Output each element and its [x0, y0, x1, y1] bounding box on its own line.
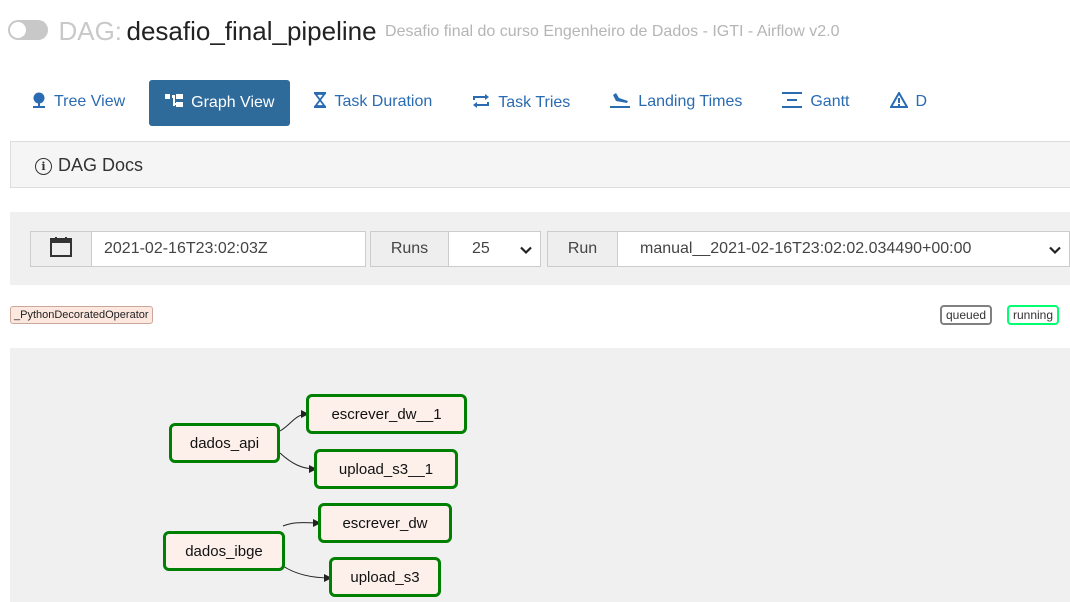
graph-canvas[interactable]: dados_api escrever_dw__1 upload_s3__1 da… [10, 348, 1070, 602]
dag-docs-panel[interactable]: i DAG Docs [10, 141, 1070, 188]
edge-dados-api-escrever-dw-1 [279, 410, 309, 432]
graph-form: 2021-02-16T23:02:03Z Runs 25 Run manual_… [10, 212, 1070, 285]
tab-label: Graph View [191, 94, 275, 111]
runs-select[interactable]: 25 [448, 231, 541, 267]
landing-icon [610, 92, 631, 113]
operator-legend: _PythonDecoratedOperator [10, 306, 153, 324]
dag-title: desafio_final_pipeline [126, 16, 377, 46]
tab-label: Landing Times [638, 93, 743, 110]
task-node-dados-ibge[interactable]: dados_ibge [163, 531, 285, 571]
calendar-button[interactable] [30, 231, 92, 267]
runs-label: Runs [370, 231, 449, 267]
state-queued[interactable]: queued [940, 305, 993, 325]
chevron-down-icon [520, 243, 532, 261]
dag-docs-label: DAG Docs [58, 155, 144, 175]
edge-dados-ibge-escrever-dw [282, 518, 321, 527]
edge-dados-api-upload-s3-1 [279, 452, 317, 473]
run-value: manual__2021-02-16T23:02:02.034490+00:00 [640, 240, 972, 257]
retry-icon [472, 93, 490, 113]
hourglass-icon [314, 91, 327, 113]
graph-icon [165, 93, 184, 113]
task-node-dados-api[interactable]: dados_api [169, 423, 280, 463]
task-node-escrever-dw-1[interactable]: escrever_dw__1 [306, 394, 467, 434]
tab-task-duration[interactable]: Task Duration [298, 79, 448, 125]
dag-description: Desafio final do curso Engenheiro de Dad… [385, 22, 840, 40]
tree-icon [32, 92, 46, 113]
runs-value: 25 [472, 240, 490, 257]
execution-date-input[interactable]: 2021-02-16T23:02:03Z [91, 231, 366, 267]
dag-header: DAG: desafio_final_pipeline Desafio fina… [8, 16, 839, 47]
task-node-upload-s3[interactable]: upload_s3 [329, 557, 441, 597]
run-select[interactable]: manual__2021-02-16T23:02:02.034490+00:00 [617, 231, 1070, 267]
execution-date-value: 2021-02-16T23:02:03Z [104, 240, 268, 257]
tab-label: Tree View [54, 93, 126, 110]
calendar-icon [50, 236, 72, 262]
tab-label: Task Duration [334, 93, 433, 110]
edge-dados-ibge-upload-s3 [282, 565, 332, 582]
view-tabs: Tree View Graph View Task Duration Task … [16, 79, 951, 126]
task-node-escrever-dw[interactable]: escrever_dw [318, 503, 452, 543]
tab-gantt[interactable]: Gantt [766, 79, 865, 125]
dag-pause-toggle[interactable] [8, 19, 48, 40]
state-running[interactable]: running [1007, 305, 1060, 325]
tab-task-tries[interactable]: Task Tries [456, 80, 586, 126]
tab-label: D [915, 93, 928, 110]
chevron-down-icon [1049, 243, 1061, 261]
dag-prefix: DAG: [58, 16, 123, 46]
tab-details[interactable]: D [874, 79, 944, 125]
tab-graph-view[interactable]: Graph View [149, 80, 291, 126]
gantt-icon [782, 91, 803, 113]
warning-icon [888, 90, 909, 113]
info-icon: i [35, 158, 52, 175]
tab-tree-view[interactable]: Tree View [16, 79, 141, 125]
tab-label: Gantt [810, 93, 850, 110]
run-label: Run [547, 231, 618, 267]
tab-label: Task Tries [498, 94, 571, 111]
tab-landing-times[interactable]: Landing Times [594, 79, 758, 125]
task-node-upload-s3-1[interactable]: upload_s3__1 [314, 449, 458, 489]
